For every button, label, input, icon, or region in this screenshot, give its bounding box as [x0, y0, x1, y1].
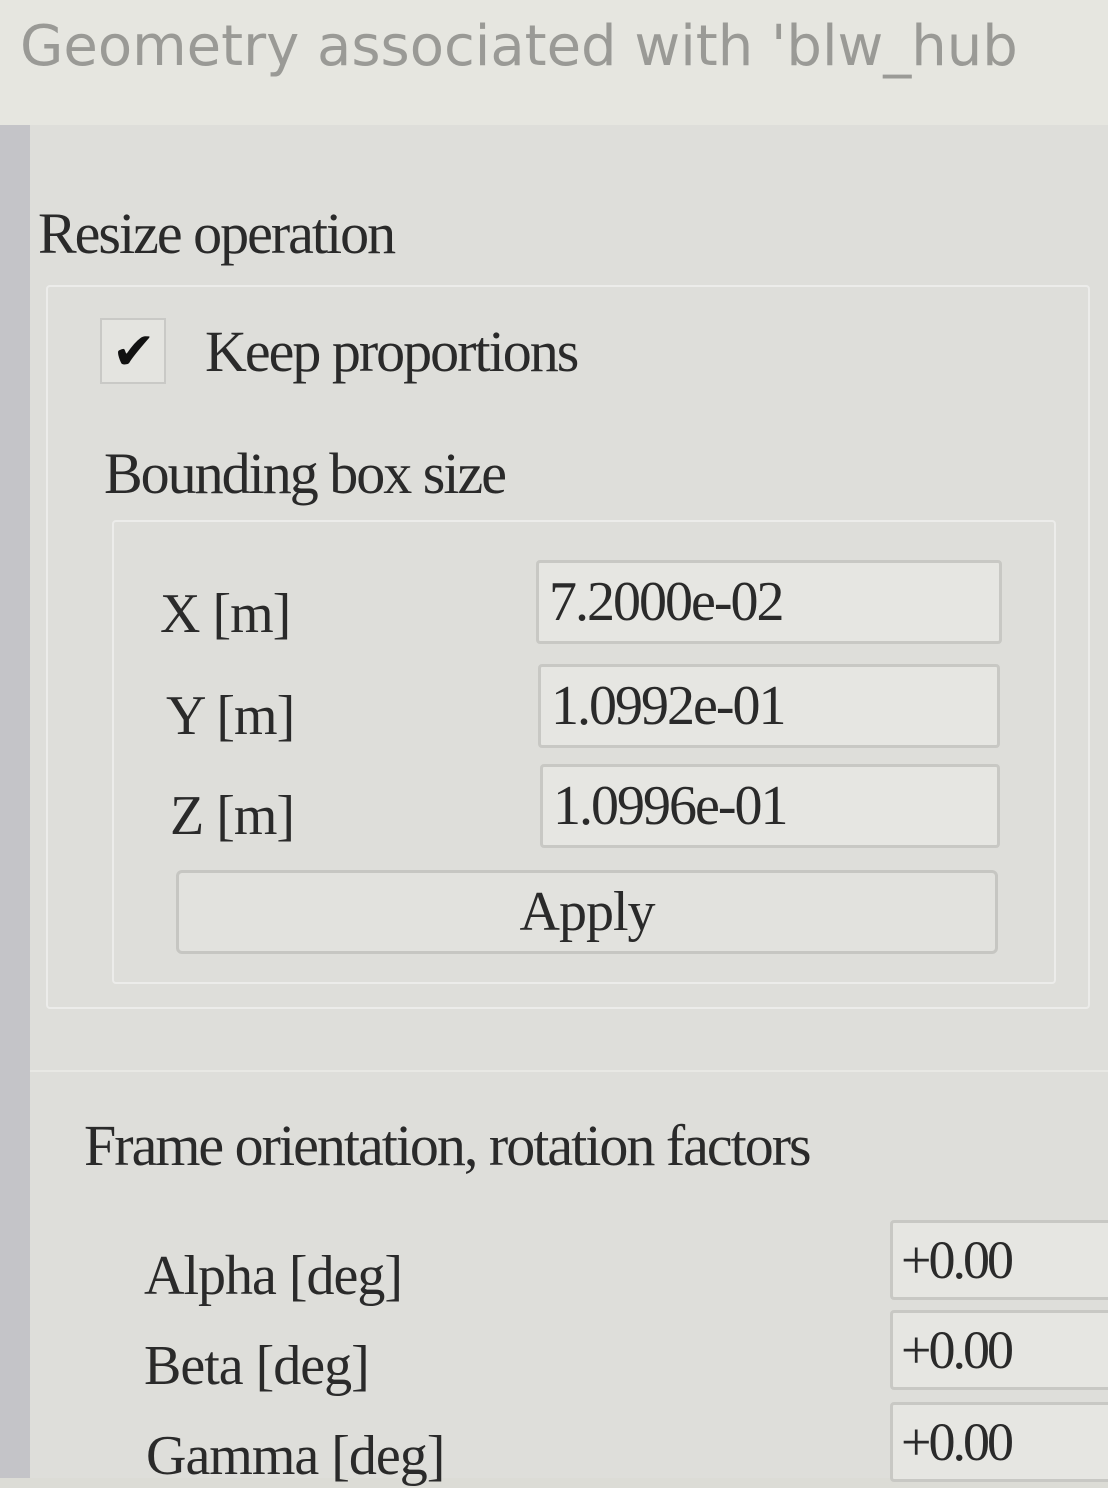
- y-size-label: Y [m]: [166, 685, 295, 747]
- gamma-input[interactable]: [890, 1402, 1108, 1482]
- resize-operation-heading: Resize operation: [38, 201, 396, 266]
- window-left-edge: [0, 125, 30, 1478]
- alpha-label: Alpha [deg]: [144, 1245, 403, 1307]
- beta-label: Beta [deg]: [144, 1335, 370, 1397]
- checkmark-icon: ✔: [112, 322, 156, 382]
- gamma-label: Gamma [deg]: [146, 1425, 445, 1487]
- apply-button[interactable]: Apply: [176, 870, 998, 954]
- beta-input[interactable]: [890, 1310, 1108, 1390]
- bounding-box-heading: Bounding box size: [104, 441, 507, 506]
- window-title: Geometry associated with 'blw_hub: [20, 14, 1018, 79]
- z-size-label: Z [m]: [170, 785, 295, 847]
- y-size-input[interactable]: [538, 664, 1000, 748]
- keep-proportions-label[interactable]: Keep proportions: [205, 318, 579, 385]
- x-size-label: X [m]: [160, 583, 291, 645]
- rotation-heading: Frame orientation, rotation factors: [84, 1113, 812, 1178]
- alpha-input[interactable]: [890, 1220, 1108, 1300]
- window-title-bar: Geometry associated with 'blw_hub: [0, 0, 1108, 125]
- x-size-input[interactable]: [536, 560, 1002, 644]
- keep-proportions-checkbox[interactable]: ✔: [100, 318, 166, 384]
- section-divider: [30, 1070, 1108, 1072]
- z-size-input[interactable]: [540, 764, 1000, 848]
